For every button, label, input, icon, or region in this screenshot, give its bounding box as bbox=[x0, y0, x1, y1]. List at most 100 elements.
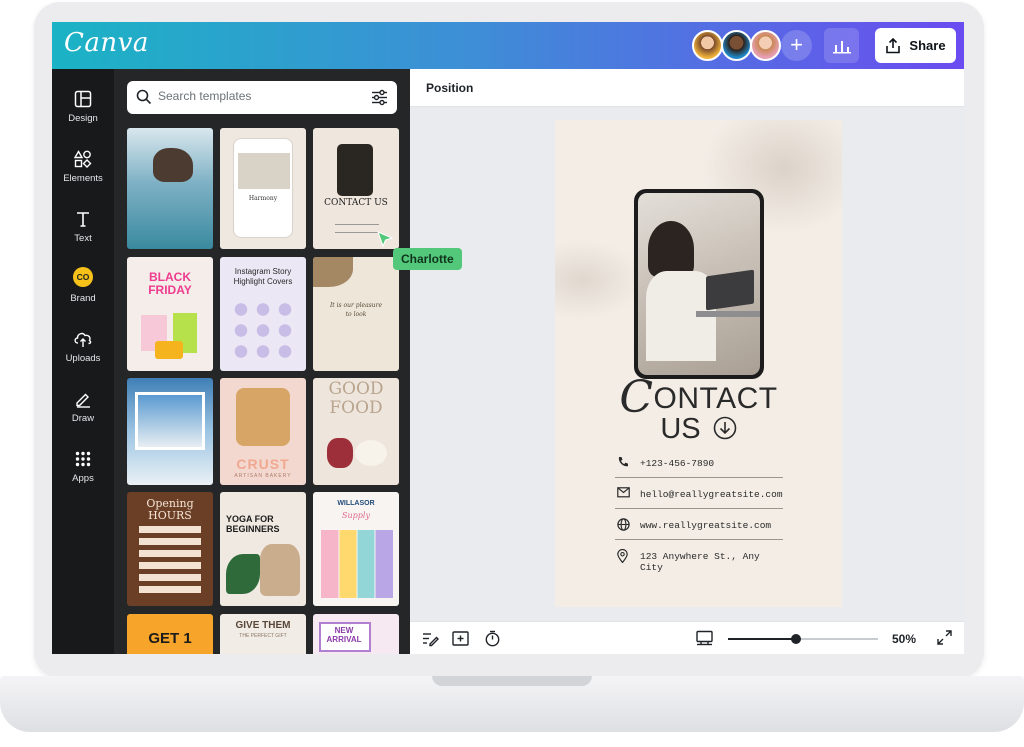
highlight-circles bbox=[230, 299, 296, 361]
shapes-icon bbox=[74, 150, 92, 168]
sidebar-item-uploads[interactable]: Uploads bbox=[52, 327, 114, 385]
add-page-icon[interactable] bbox=[452, 630, 469, 647]
app-window: Canva + Share Design Elements Text CO Br… bbox=[52, 22, 964, 654]
fullscreen-icon[interactable] bbox=[937, 630, 952, 645]
location-pin-icon bbox=[617, 549, 628, 563]
bar-chart-icon bbox=[832, 40, 851, 53]
zoom-slider[interactable] bbox=[728, 634, 878, 644]
page-view-icon[interactable] bbox=[696, 630, 713, 647]
avatar[interactable] bbox=[692, 30, 723, 61]
sidebar-item-text[interactable]: Text bbox=[52, 207, 114, 265]
filter-icon[interactable] bbox=[371, 89, 388, 106]
canva-logo[interactable]: Canva bbox=[64, 28, 149, 58]
template-card[interactable]: Harmony bbox=[220, 128, 306, 249]
collaborator-cursor-label: Charlotte bbox=[393, 248, 462, 270]
templates-panel: Harmony CONTACT US BLACK FRIDAY Instagra… bbox=[114, 69, 410, 654]
template-card[interactable]: Instagram Story Highlight Covers bbox=[220, 257, 306, 371]
contact-row-email: hello@reallygreatsite.com bbox=[615, 479, 783, 509]
avatar[interactable] bbox=[750, 30, 781, 61]
avatar[interactable] bbox=[721, 30, 752, 61]
calendar-grid bbox=[321, 530, 393, 598]
add-collaborator-button[interactable]: + bbox=[781, 30, 812, 61]
collaborator-avatars bbox=[692, 30, 781, 61]
search-box bbox=[127, 81, 397, 114]
timer-icon[interactable] bbox=[484, 630, 501, 647]
divider bbox=[615, 539, 783, 540]
share-label: Share bbox=[909, 38, 946, 53]
notes-icon[interactable] bbox=[422, 630, 439, 647]
laptop-notch bbox=[432, 676, 592, 686]
template-card[interactable]: BLACK FRIDAY bbox=[127, 257, 213, 371]
template-card[interactable]: Opening HOURS bbox=[127, 492, 213, 606]
bread-shape bbox=[236, 388, 290, 446]
contact-heading-line2: US bbox=[555, 413, 842, 446]
dessert-shape bbox=[327, 438, 353, 468]
insights-button[interactable] bbox=[824, 28, 859, 63]
photo bbox=[638, 193, 760, 375]
photo-frame bbox=[135, 392, 205, 450]
editor-toolbar: Position bbox=[410, 69, 964, 107]
template-card[interactable] bbox=[127, 378, 213, 485]
template-card[interactable]: GOOD FOOD bbox=[313, 378, 399, 485]
leaf-shape bbox=[313, 257, 353, 287]
template-card[interactable]: It is our pleasure to look bbox=[313, 257, 399, 371]
mail-icon bbox=[617, 487, 630, 498]
shadow-shape bbox=[555, 240, 645, 320]
divider bbox=[615, 477, 783, 478]
search-input[interactable] bbox=[158, 89, 358, 103]
zoom-slider-fill bbox=[728, 638, 796, 640]
template-title: CONTACT US bbox=[324, 198, 388, 208]
design-page[interactable]: CONTACT US +123-456-7890 hello@reallygre… bbox=[555, 120, 842, 607]
laptop-shape bbox=[706, 269, 754, 311]
zoom-level[interactable]: 50% bbox=[892, 632, 916, 646]
share-button[interactable]: Share bbox=[875, 28, 956, 63]
sidebar-item-design[interactable]: Design bbox=[52, 87, 114, 145]
template-card[interactable] bbox=[127, 128, 213, 249]
template-card[interactable]: GIVE THEM THE PERFECT GIFT bbox=[220, 614, 306, 654]
text-icon bbox=[77, 212, 89, 227]
rock-shape bbox=[153, 148, 193, 182]
plus-icon: + bbox=[790, 32, 803, 57]
arrow-down-circle-icon bbox=[713, 416, 736, 440]
template-card[interactable]: CRUST ARTISAN BAKERY bbox=[220, 378, 306, 485]
contact-row-website: www.reallygreatsite.com bbox=[615, 510, 783, 540]
phone-mockup bbox=[337, 144, 373, 196]
cursor-arrow-icon bbox=[377, 231, 394, 248]
template-title: It is our pleasure to look bbox=[329, 302, 383, 318]
template-title: NEW ARRIVAL bbox=[326, 626, 362, 644]
template-card[interactable]: NEW ARRIVAL bbox=[313, 614, 399, 654]
sidebar-item-label: Apps bbox=[72, 473, 94, 484]
brand-badge: CO bbox=[73, 267, 93, 287]
sidebar-item-draw[interactable]: Draw bbox=[52, 387, 114, 445]
sidebar-item-brand[interactable]: CO Brand bbox=[52, 267, 114, 325]
divider bbox=[335, 224, 379, 225]
template-title: WILLASOR bbox=[337, 500, 375, 507]
sidebar-item-apps[interactable]: Apps bbox=[52, 447, 114, 505]
template-title: CRUST bbox=[236, 456, 290, 472]
email-text: hello@reallygreatsite.com bbox=[640, 489, 783, 500]
template-card[interactable]: YOGA FOR BEGINNERS bbox=[220, 492, 306, 606]
canvas-area: CONTACT US +123-456-7890 hello@reallygre… bbox=[410, 107, 964, 621]
hours-list bbox=[139, 526, 201, 596]
divider bbox=[615, 508, 783, 509]
phone-text: +123-456-7890 bbox=[640, 458, 715, 469]
template-title: Opening HOURS bbox=[146, 497, 194, 522]
contact-heading-text: ONTACT bbox=[653, 382, 778, 415]
plate-shape bbox=[355, 440, 387, 466]
template-title: GIVE THEM bbox=[235, 620, 291, 631]
hair-shape bbox=[648, 221, 694, 277]
photo bbox=[138, 395, 202, 447]
position-button[interactable]: Position bbox=[426, 81, 473, 95]
divider bbox=[335, 232, 379, 233]
template-title: GET 1 bbox=[148, 630, 192, 647]
template-title: Harmony bbox=[248, 195, 278, 202]
sidebar-item-elements[interactable]: Elements bbox=[52, 147, 114, 205]
template-card[interactable]: WILLASOR Supply bbox=[313, 492, 399, 606]
sidebar-item-label: Design bbox=[68, 113, 98, 124]
photo bbox=[238, 153, 290, 189]
side-navigation: Design Elements Text CO Brand Uploads Dr… bbox=[52, 69, 114, 654]
zoom-slider-handle[interactable] bbox=[790, 634, 801, 644]
sidebar-item-label: Uploads bbox=[65, 353, 101, 364]
layout-icon bbox=[74, 90, 92, 108]
template-card[interactable]: GET 1 bbox=[127, 614, 213, 654]
